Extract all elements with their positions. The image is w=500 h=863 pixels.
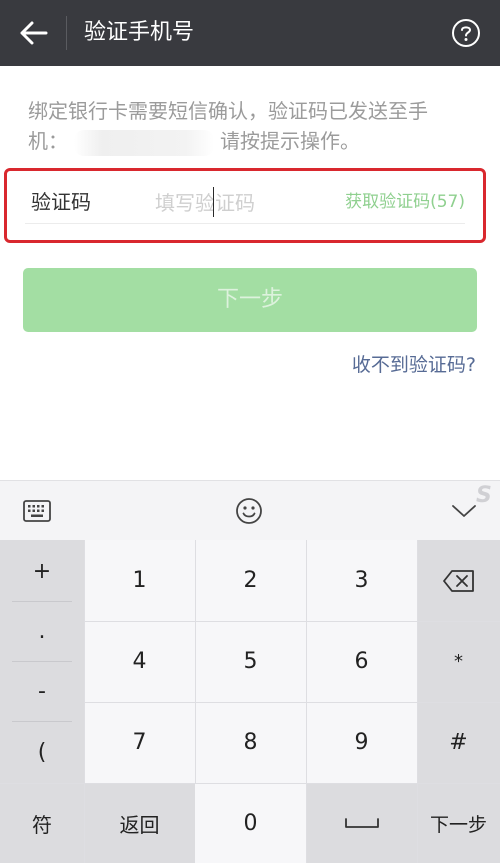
text-cursor <box>213 187 214 217</box>
symbols-key[interactable]: 符 <box>0 783 84 863</box>
hint-line-2-prefix: 机： <box>28 129 68 153</box>
dot-key[interactable]: . <box>12 602 72 662</box>
masked-phone-number <box>74 129 214 156</box>
hint-line-2-suffix: 请按提示操作。 <box>220 129 360 153</box>
numeric-keyboard: + . - ( 1 2 3 4 5 6 7 8 9 * # 符 返回 0 下一步 <box>0 540 500 863</box>
emoji-button[interactable] <box>231 493 267 529</box>
space-key[interactable] <box>306 783 417 863</box>
hint-line-2: 机： 请按提示操作。 <box>28 126 476 156</box>
header-divider <box>66 16 67 50</box>
key-4[interactable]: 4 <box>84 621 195 702</box>
backspace-icon <box>442 569 474 592</box>
chevron-down-icon <box>452 505 476 517</box>
paren-key[interactable]: ( <box>12 722 72 782</box>
plus-key[interactable]: + <box>12 542 72 602</box>
next-step-button[interactable]: 下一步 <box>23 268 477 332</box>
verification-code-row: 验证码 获取验证码(57) <box>4 168 486 243</box>
symbol-column: + . - ( <box>0 540 84 783</box>
grid-line <box>84 702 500 703</box>
verification-code-input[interactable] <box>155 185 325 221</box>
backspace-key[interactable] <box>417 540 500 621</box>
smiley-icon <box>236 498 262 524</box>
no-code-link[interactable]: 收不到验证码? <box>352 350 476 380</box>
grid-line <box>84 621 500 622</box>
sms-hint-text: 绑定银行卡需要短信确认，验证码已发送至手 机： 请按提示操作。 <box>28 96 476 156</box>
question-circle-icon <box>452 19 480 47</box>
key-6[interactable]: 6 <box>306 621 417 702</box>
key-7[interactable]: 7 <box>84 702 195 783</box>
key-9[interactable]: 9 <box>306 702 417 783</box>
key-2[interactable]: 2 <box>195 540 306 621</box>
key-8[interactable]: 8 <box>195 702 306 783</box>
back-button[interactable] <box>14 16 54 50</box>
title-bar: 验证手机号 <box>0 0 500 66</box>
hint-line-1: 绑定银行卡需要短信确认，验证码已发送至手 <box>28 99 428 123</box>
grid-line <box>0 783 500 784</box>
return-key[interactable]: 返回 <box>84 783 195 863</box>
arrow-left-icon <box>20 21 48 45</box>
help-button[interactable] <box>450 17 482 49</box>
keyboard-toolbar: S <box>0 480 500 540</box>
key-5[interactable]: 5 <box>195 621 306 702</box>
hash-key[interactable]: # <box>417 702 500 783</box>
watermark-logo: S <box>476 483 492 508</box>
page-title: 验证手机号 <box>84 20 195 45</box>
keyboard-icon <box>23 500 51 522</box>
grid-line <box>195 540 196 783</box>
next-key[interactable]: 下一步 <box>417 783 500 863</box>
key-0[interactable]: 0 <box>195 783 306 863</box>
minus-key[interactable]: - <box>12 662 72 722</box>
key-1[interactable]: 1 <box>84 540 195 621</box>
space-icon <box>344 818 379 828</box>
keyboard-switch-button[interactable] <box>19 493 55 529</box>
key-3[interactable]: 3 <box>306 540 417 621</box>
field-underline <box>25 223 465 224</box>
asterisk-key[interactable]: * <box>417 621 500 702</box>
